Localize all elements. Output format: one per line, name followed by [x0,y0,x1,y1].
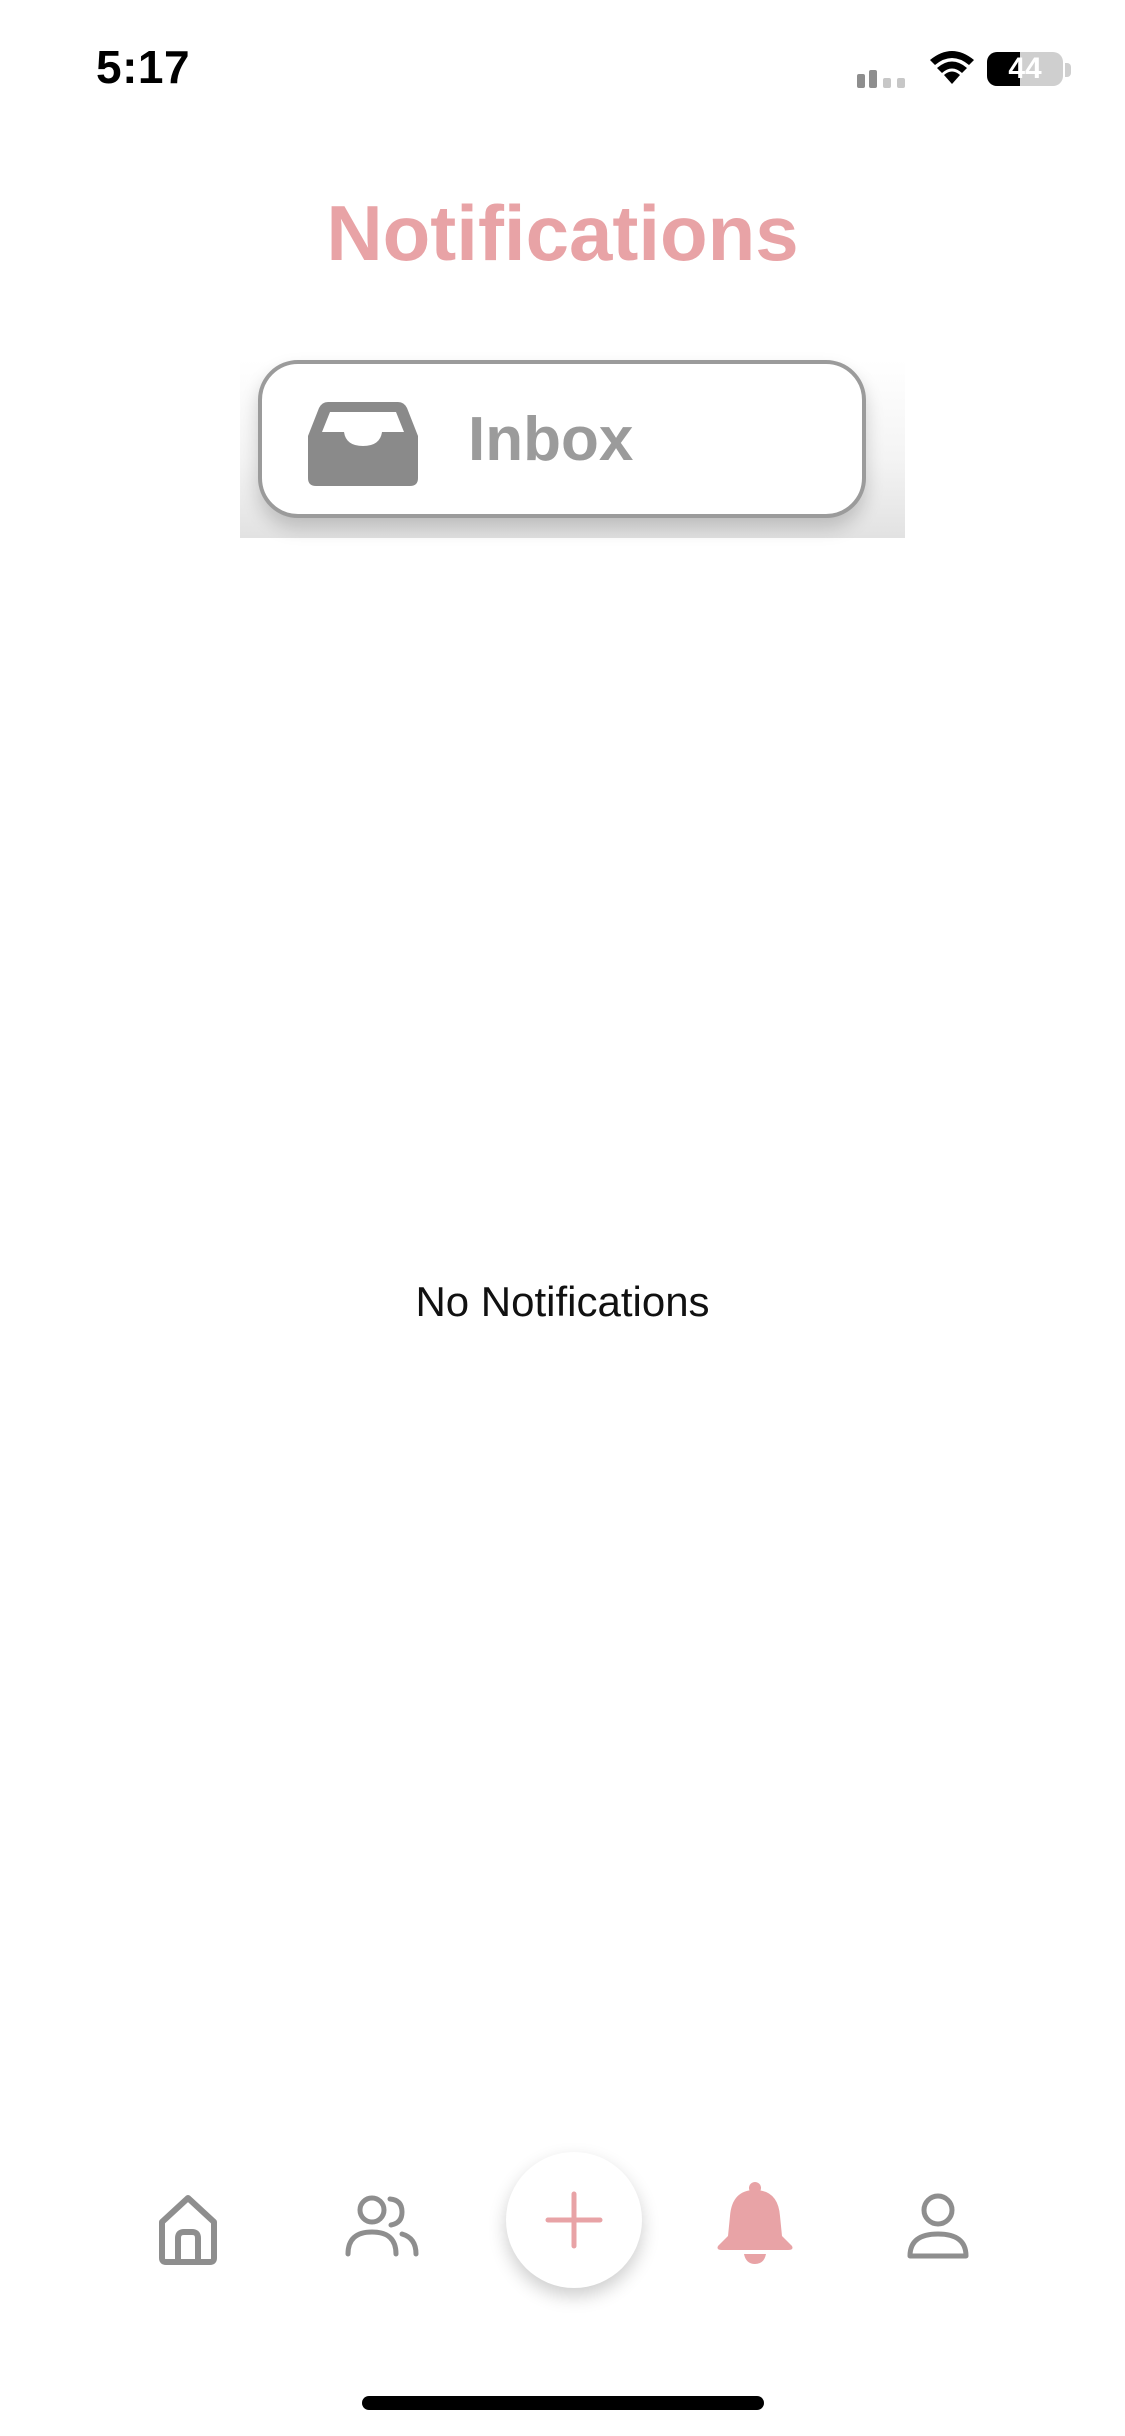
battery-cap [1065,63,1071,77]
nav-notifications[interactable] [712,2180,798,2266]
notifications-screen: 5:17 44 Notifications Inbox No Notificat… [0,0,1125,2436]
inbox-tray-icon [308,402,418,486]
nav-profile[interactable] [898,2184,978,2264]
home-indicator[interactable] [362,2396,764,2410]
create-button[interactable] [506,2152,642,2288]
bottom-nav [0,2140,1125,2320]
tab-inbox-label: Inbox [468,405,634,474]
tab-inbox[interactable]: Inbox [258,360,866,518]
home-icon [159,2195,217,2265]
status-bar: 5:17 44 [0,0,1125,140]
nav-home[interactable] [148,2188,228,2268]
person-icon [907,2193,969,2259]
status-time: 5:17 [96,41,191,93]
bell-icon [717,2182,793,2264]
plus-icon [545,2191,603,2249]
wifi-icon [930,51,974,84]
nav-friends[interactable] [342,2184,422,2264]
page-title: Notifications [326,189,799,277]
battery-icon: 44 [987,52,1063,86]
signal-icon [857,70,905,88]
empty-state-message: No Notifications [415,1278,710,1325]
people-icon [345,2195,419,2257]
battery-level: 44 [1008,52,1042,85]
